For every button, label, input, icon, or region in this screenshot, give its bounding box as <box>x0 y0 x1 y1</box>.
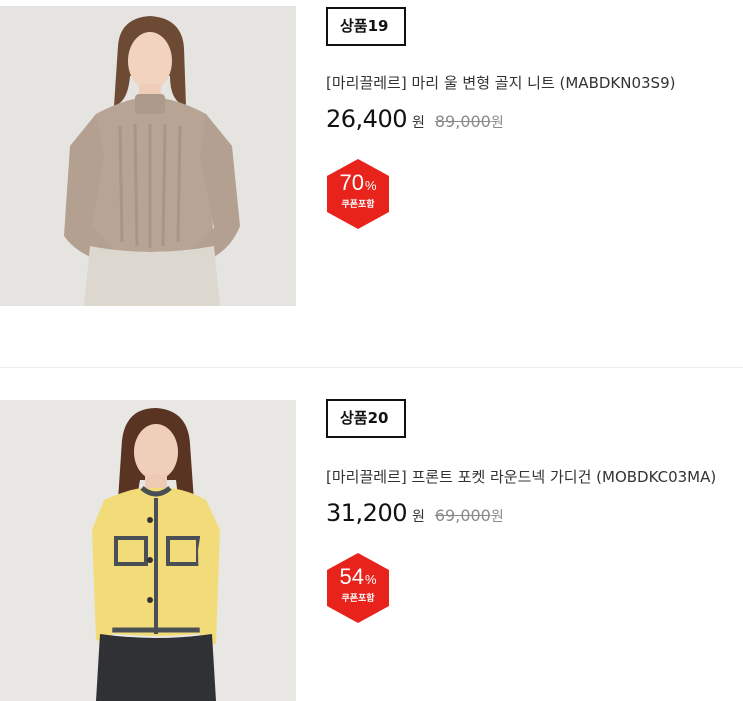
sale-price: 26,400 <box>326 105 407 133</box>
coupon-included-label: 쿠폰포함 <box>341 594 375 604</box>
original-price: 89,000 <box>434 112 491 131</box>
price-row: 31,200 원 69,000 원 <box>326 499 504 527</box>
currency-label: 원 <box>411 509 425 525</box>
product-name[interactable]: [마리끌레르] 마리 울 변형 골지 니트 (MABDKN03S9) <box>326 72 675 93</box>
discount-percent: 70% <box>325 170 391 199</box>
coupon-included-label: 쿠폰포함 <box>341 200 375 210</box>
currency-label: 원 <box>411 115 425 131</box>
sale-price: 31,200 <box>326 499 407 527</box>
product-card[interactable]: 상품20 [마리끌레르] 프론트 포켓 라운드넥 가디건 (MOBDKC03MA… <box>0 394 743 701</box>
discount-value: 54 <box>339 564 364 589</box>
discount-badge: 70% 쿠폰포함 <box>325 158 391 230</box>
product-name[interactable]: [마리끌레르] 프론트 포켓 라운드넥 가디건 (MOBDKC03MA) <box>326 466 716 487</box>
product-number-tag: 상품20 <box>326 399 406 438</box>
product-number-tag: 상품19 <box>326 7 406 46</box>
discount-percent: 54% <box>325 564 391 593</box>
product-image[interactable] <box>0 400 296 701</box>
product-card[interactable]: 상품19 [마리끌레르] 마리 울 변형 골지 니트 (MABDKN03S9) … <box>0 0 743 368</box>
original-currency-label: 원 <box>490 115 504 131</box>
percent-sign: % <box>364 572 377 587</box>
product-divider <box>0 367 743 368</box>
discount-value: 70 <box>339 170 364 195</box>
percent-sign: % <box>364 178 377 193</box>
price-row: 26,400 원 89,000 원 <box>326 105 504 133</box>
original-currency-label: 원 <box>490 509 504 525</box>
product-image[interactable] <box>0 6 296 306</box>
original-price: 69,000 <box>434 506 491 525</box>
discount-badge: 54% 쿠폰포함 <box>325 552 391 624</box>
